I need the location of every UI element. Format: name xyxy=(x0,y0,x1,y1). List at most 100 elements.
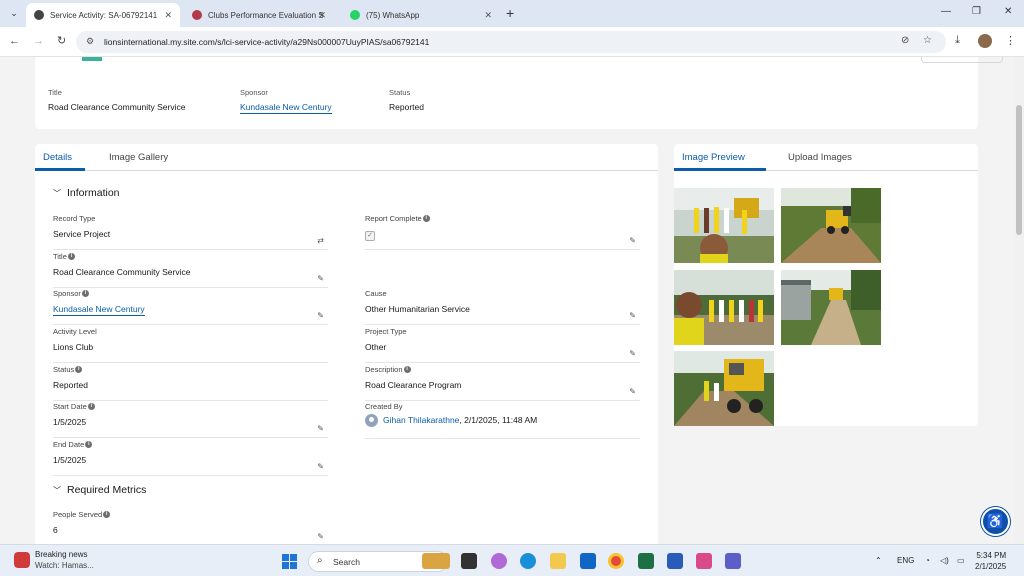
profile-avatar[interactable] xyxy=(978,34,992,48)
active-tab-indicator xyxy=(35,168,85,171)
bookmark-star-icon[interactable]: ☆ xyxy=(923,35,932,46)
record-icon xyxy=(82,57,102,61)
widgets-icon[interactable] xyxy=(422,553,450,569)
info-icon[interactable]: i xyxy=(67,253,75,260)
sponsor-link[interactable]: Kundasale New Century xyxy=(240,102,332,114)
close-tab-icon[interactable]: ✕ xyxy=(318,10,326,21)
field-description: Description i Road Clearance Program ✎ xyxy=(365,365,640,401)
volume-icon[interactable]: ◁) xyxy=(940,556,949,565)
page-scrollbar[interactable] xyxy=(1014,57,1024,544)
info-icon[interactable]: i xyxy=(81,290,89,297)
edit-pencil-icon[interactable]: ✎ xyxy=(317,462,324,471)
browser-tab-clubs-performance[interactable]: Clubs Performance Evaluation S ✕ xyxy=(184,3,334,27)
download-icon[interactable]: ⤓ xyxy=(955,34,960,47)
browser-tab-whatsapp[interactable]: (75) WhatsApp ✕ xyxy=(342,3,500,27)
news-title: Breaking news xyxy=(35,550,88,559)
restore-icon[interactable]: ❐ xyxy=(972,6,981,17)
outlook-icon[interactable] xyxy=(580,553,596,569)
tab-details[interactable]: Details xyxy=(43,152,72,163)
close-tab-icon[interactable]: ✕ xyxy=(164,10,172,21)
back-icon[interactable]: ← xyxy=(9,35,20,47)
details-tabs: Details Image Gallery xyxy=(35,144,658,171)
info-icon[interactable]: i xyxy=(422,215,430,222)
browser-tab-service-activity[interactable]: Service Activity: SA-06792141 ✕ xyxy=(26,3,180,27)
news-widget[interactable]: Breaking news Watch: Hamas... xyxy=(14,550,94,570)
gallery-image-2[interactable] xyxy=(781,188,881,263)
tracking-blocked-icon[interactable]: ⊘ xyxy=(901,35,909,46)
copilot-icon[interactable] xyxy=(491,553,507,569)
info-icon[interactable]: i xyxy=(403,366,411,373)
edit-pencil-icon[interactable]: ✎ xyxy=(629,311,636,320)
field-activity-level: Activity Level Lions Club xyxy=(53,327,328,363)
site-info-icon[interactable]: ⚙ xyxy=(86,36,94,47)
battery-icon[interactable]: ▭ xyxy=(957,556,965,565)
windows-start-icon[interactable] xyxy=(282,554,297,569)
edit-pencil-icon[interactable]: ✎ xyxy=(629,236,636,245)
task-view-icon[interactable] xyxy=(461,553,477,569)
word-icon[interactable] xyxy=(667,553,683,569)
news-icon xyxy=(14,552,30,568)
gallery-image-1[interactable] xyxy=(674,188,774,263)
report-complete-checkbox[interactable]: ✓ xyxy=(365,231,375,241)
address-bar[interactable]: ⚙ lionsinternational.my.site.com/s/lci-s… xyxy=(76,31,946,53)
file-explorer-icon[interactable] xyxy=(550,553,566,569)
created-by-link[interactable]: Gihan Thilakarathne xyxy=(383,415,459,425)
new-tab-button[interactable]: + xyxy=(506,6,514,20)
edge-icon[interactable] xyxy=(520,553,536,569)
image-tabs: Image Preview Upload Images xyxy=(674,144,978,171)
wifi-icon[interactable]: ◔ xyxy=(925,556,930,565)
page-content: Title Road Clearance Community Service S… xyxy=(0,57,1024,544)
edit-pencil-icon[interactable]: ✎ xyxy=(317,532,324,541)
info-icon[interactable]: i xyxy=(85,441,93,448)
section-required-metrics[interactable]: ﹀ Required Metrics xyxy=(53,484,146,496)
tray-overflow-icon[interactable]: ⌃ xyxy=(875,556,882,565)
accessibility-button[interactable]: ♿ xyxy=(981,507,1010,536)
edit-pencil-icon[interactable]: ✎ xyxy=(317,424,324,433)
change-record-type-icon[interactable]: ⇄ xyxy=(317,236,324,245)
edit-pencil-icon[interactable]: ✎ xyxy=(317,311,324,320)
edit-pencil-icon[interactable]: ✎ xyxy=(317,274,324,283)
tab-image-preview[interactable]: Image Preview xyxy=(682,152,745,163)
reload-icon[interactable]: ↻ xyxy=(57,35,66,47)
scrollbar-thumb[interactable] xyxy=(1016,105,1022,235)
gallery-image-3[interactable] xyxy=(674,270,774,345)
snipping-tool-icon[interactable] xyxy=(696,553,712,569)
browser-tab-bar: ⌄ Service Activity: SA-06792141 ✕ Clubs … xyxy=(0,0,1024,27)
chrome-icon[interactable] xyxy=(608,553,624,569)
url-text: lionsinternational.my.site.com/s/lci-ser… xyxy=(104,37,430,47)
edit-pencil-icon[interactable]: ✎ xyxy=(629,387,636,396)
field-record-type: Record Type Service Project ⇄ xyxy=(53,214,328,250)
system-clock[interactable]: 5:34 PM 2/1/2025 xyxy=(975,550,1006,572)
field-report-complete: Report Complete i ✓ ✎ xyxy=(365,214,640,250)
minimize-icon[interactable]: — xyxy=(941,6,951,17)
field-end-date: End Date i 1/5/2025 ✎ xyxy=(53,440,328,476)
tab-search-chevron-icon[interactable]: ⌄ xyxy=(7,6,21,20)
edit-pencil-icon[interactable]: ✎ xyxy=(629,349,636,358)
teams-icon[interactable] xyxy=(725,553,741,569)
tab-title: (75) WhatsApp xyxy=(366,10,420,20)
created-date: , 2/1/2025, 11:48 AM xyxy=(459,414,538,425)
browser-menu-icon[interactable]: ⋮ xyxy=(1005,34,1016,47)
info-icon[interactable]: i xyxy=(75,366,83,373)
close-tab-icon[interactable]: ✕ xyxy=(484,10,492,21)
section-information[interactable]: ﹀ Information xyxy=(53,187,120,199)
header-field-status: Status Reported xyxy=(389,88,424,112)
gallery-image-4[interactable] xyxy=(781,270,881,345)
tab-image-gallery[interactable]: Image Gallery xyxy=(109,152,168,163)
field-start-date: Start Date i 1/5/2025 ✎ xyxy=(53,402,328,438)
info-icon[interactable]: i xyxy=(103,511,111,518)
tab-upload-images[interactable]: Upload Images xyxy=(788,152,852,163)
tab-title: Clubs Performance Evaluation S xyxy=(208,10,324,20)
globe-icon xyxy=(34,10,44,20)
excel-icon[interactable] xyxy=(638,553,654,569)
header-action-buttons[interactable] xyxy=(921,57,1003,63)
record-header-card: Title Road Clearance Community Service S… xyxy=(35,57,1003,129)
close-window-icon[interactable]: ✕ xyxy=(1004,6,1012,17)
field-people-served: People Served i 6 ✎ xyxy=(53,510,328,544)
language-indicator[interactable]: ENG xyxy=(897,556,914,565)
info-icon[interactable]: i xyxy=(87,403,95,410)
sponsor-link[interactable]: Kundasale New Century xyxy=(53,304,145,316)
forward-icon[interactable]: → xyxy=(33,35,44,47)
gallery-image-5[interactable] xyxy=(674,351,774,426)
search-label: Search xyxy=(333,557,360,567)
